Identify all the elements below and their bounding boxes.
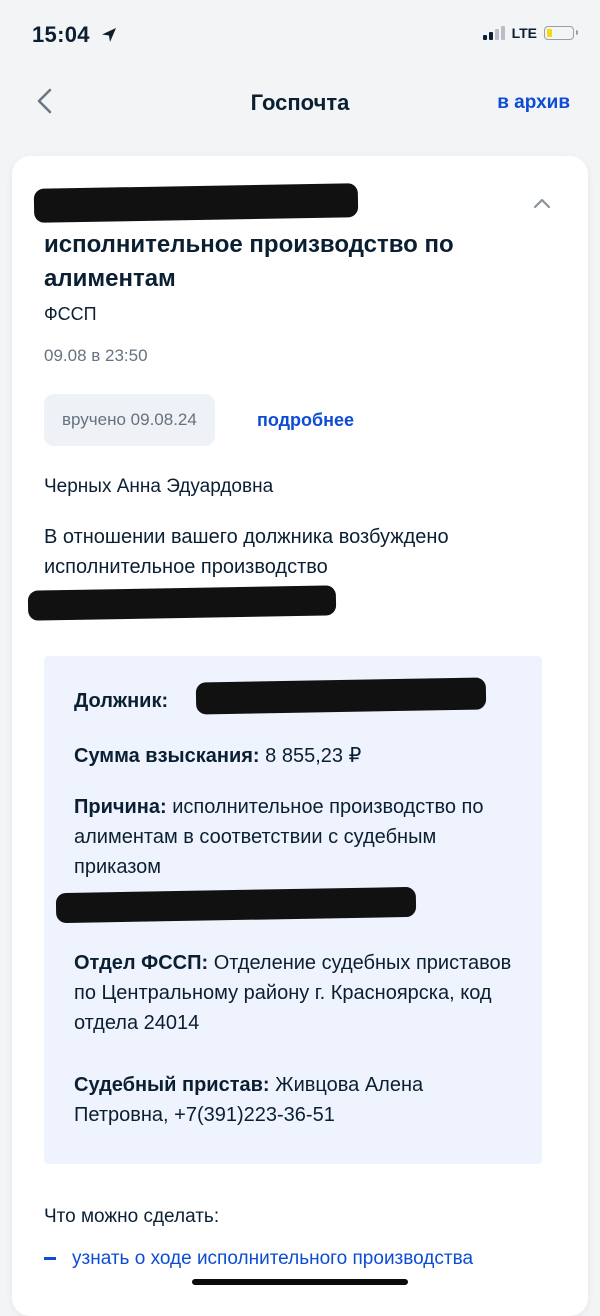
status-bar: 15:04 LTE xyxy=(0,0,600,70)
department-label: Отдел ФССП: xyxy=(74,952,209,974)
status-badge: вручено 09.08.24 xyxy=(44,394,215,446)
bailiff-row: Судебный пристав: Живцова Алена Петровна… xyxy=(74,1070,494,1130)
chevron-up-icon[interactable] xyxy=(532,196,552,210)
nav-bar: Госпочта в архив xyxy=(0,78,600,130)
actions-title: Что можно сделать: xyxy=(44,1206,220,1227)
archive-button[interactable]: в архив xyxy=(497,92,570,114)
amount-value: 8 855,23 ₽ xyxy=(265,745,362,767)
home-indicator xyxy=(192,1279,408,1285)
info-box: Должник: Сумма взыскания: 8 855,23 ₽ При… xyxy=(44,656,542,1164)
redacted-debtor-name xyxy=(195,677,487,715)
debtor-label: Должник: xyxy=(74,690,169,712)
recipient-name: Черных Анна Эдуардовна xyxy=(44,476,274,497)
intro-text: В отношении вашего должника возбуждено и… xyxy=(44,526,449,578)
dash-icon xyxy=(44,1257,56,1261)
message-date: 09.08 в 23:50 xyxy=(44,346,148,365)
redacted-line-intro xyxy=(27,585,337,621)
bailiff-label: Судебный пристав: xyxy=(74,1074,270,1096)
network-type: LTE xyxy=(511,25,537,41)
reason-label: Причина: xyxy=(74,796,167,818)
redacted-line-top xyxy=(33,183,359,223)
status-time: 15:04 xyxy=(32,22,118,48)
department-row: Отдел ФССП: Отделение судебных приставов… xyxy=(74,948,514,1038)
status-time-text: 15:04 xyxy=(32,22,90,47)
message-card: исполнительное производство по алиментам… xyxy=(12,156,588,1316)
amount-row: Сумма взыскания: 8 855,23 ₽ xyxy=(74,741,514,771)
signal-icon xyxy=(482,26,505,40)
action-item[interactable]: узнать о ходе исполнительного производст… xyxy=(44,1244,564,1274)
status-indicators: LTE xyxy=(482,25,578,41)
details-link[interactable]: подробнее xyxy=(257,410,354,431)
message-title: исполнительное производство по алиментам xyxy=(44,231,454,292)
location-arrow-icon xyxy=(102,28,117,42)
redacted-court-order xyxy=(55,886,417,924)
amount-label: Сумма взыскания: xyxy=(74,745,260,767)
reason-row: Причина: исполнительное производство по … xyxy=(74,792,484,882)
action-item-label: узнать о ходе исполнительного производст… xyxy=(72,1248,474,1269)
battery-icon xyxy=(544,26,578,40)
message-sender: ФССП xyxy=(44,304,97,324)
